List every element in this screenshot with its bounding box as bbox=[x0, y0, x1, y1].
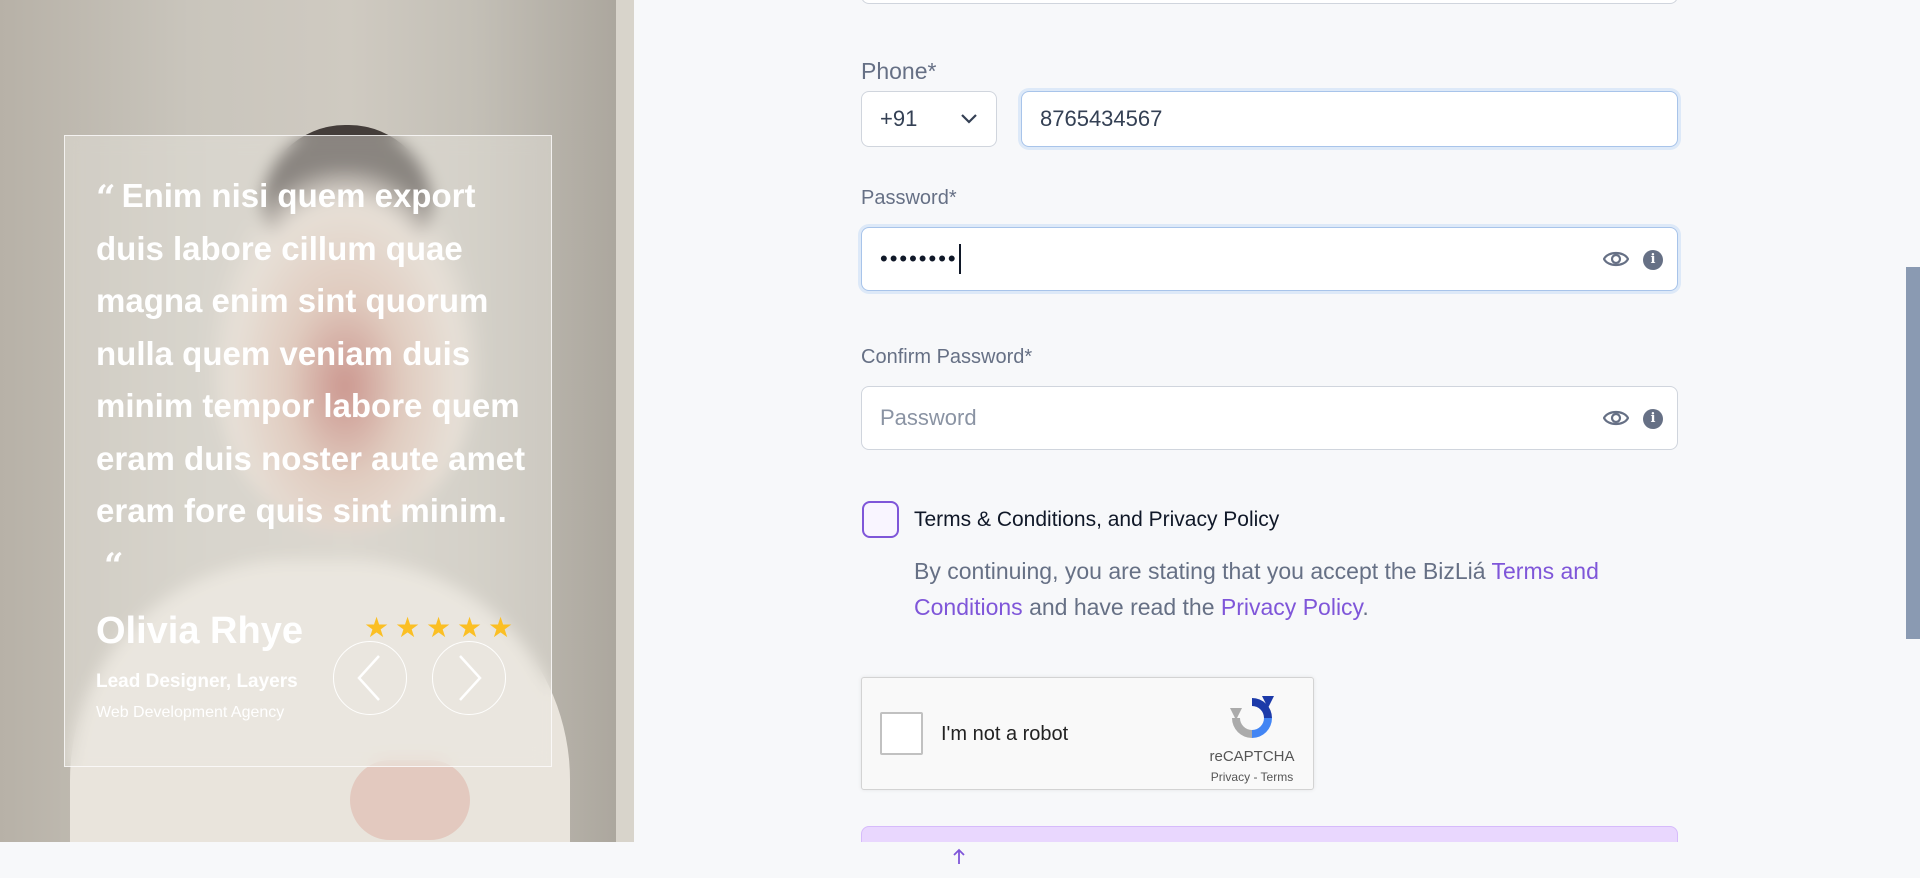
terms-text-middle: and have read the bbox=[1022, 594, 1221, 620]
quote-close-icon: “ bbox=[104, 545, 124, 586]
password-label: Password* bbox=[861, 187, 957, 209]
eye-icon[interactable] bbox=[1603, 248, 1629, 270]
star-icon: ★ bbox=[363, 612, 390, 643]
phone-value: 8765434567 bbox=[1040, 106, 1163, 131]
arrow-up-icon[interactable] bbox=[952, 848, 966, 866]
previous-field-input[interactable] bbox=[861, 0, 1678, 4]
recaptcha-logo-icon bbox=[1230, 696, 1274, 738]
quote-open-icon: “ bbox=[96, 178, 116, 218]
confirm-password-input[interactable]: Password i bbox=[861, 386, 1678, 450]
testimonial-card: “Enim nisi quem export duis labore cillu… bbox=[64, 135, 552, 767]
terms-text-suffix: . bbox=[1362, 594, 1369, 620]
privacy-link[interactable]: Privacy Policy bbox=[1221, 594, 1362, 620]
rating-stars: ★ ★ ★ ★ ★ bbox=[363, 612, 514, 643]
hero-photo-edge bbox=[616, 0, 634, 842]
password-input[interactable]: •••••••• i bbox=[861, 227, 1678, 291]
recaptcha-links[interactable]: Privacy - Terms bbox=[1192, 770, 1312, 784]
recaptcha-brand: reCAPTCHA bbox=[1209, 748, 1295, 765]
country-code-value: +91 bbox=[880, 106, 918, 131]
eye-icon[interactable] bbox=[1603, 407, 1629, 429]
star-icon: ★ bbox=[425, 612, 452, 643]
password-value: •••••••• bbox=[880, 246, 958, 271]
terms-description: By continuing, you are stating that you … bbox=[914, 553, 1684, 625]
hero-photo-hand bbox=[350, 760, 470, 840]
terms-checkbox[interactable] bbox=[862, 501, 899, 538]
phone-input[interactable]: 8765434567 bbox=[1021, 91, 1678, 147]
chevron-right-icon bbox=[459, 655, 482, 701]
author-role: Lead Designer, Layers bbox=[96, 671, 298, 692]
star-icon: ★ bbox=[394, 612, 421, 643]
confirm-password-label: Confirm Password* bbox=[861, 346, 1033, 368]
recaptcha-checkbox[interactable] bbox=[880, 712, 923, 755]
country-code-select[interactable]: +91 bbox=[861, 91, 997, 147]
chevron-down-icon bbox=[961, 114, 977, 124]
quote-text: Enim nisi quem export duis labore cillum… bbox=[96, 177, 526, 529]
star-icon: ★ bbox=[456, 612, 483, 643]
recaptcha-widget: I'm not a robot reCAPTCHA Privacy - Term… bbox=[861, 677, 1314, 790]
next-testimonial-button[interactable] bbox=[432, 641, 506, 715]
testimonial-quote: “Enim nisi quem export duis labore cillu… bbox=[96, 170, 526, 590]
prev-testimonial-button[interactable] bbox=[333, 641, 407, 715]
terms-text-prefix: By continuing, you are stating that you … bbox=[914, 558, 1492, 584]
info-icon[interactable]: i bbox=[1643, 409, 1663, 429]
recaptcha-label: I'm not a robot bbox=[941, 723, 1069, 745]
phone-label: Phone* bbox=[861, 58, 937, 84]
confirm-password-placeholder: Password bbox=[880, 405, 977, 430]
testimonial-hero: “Enim nisi quem export duis labore cillu… bbox=[0, 0, 634, 842]
terms-checkbox-label: Terms & Conditions, and Privacy Policy bbox=[914, 508, 1280, 531]
star-icon: ★ bbox=[487, 612, 514, 643]
text-caret bbox=[958, 244, 961, 274]
chevron-left-icon bbox=[357, 655, 380, 701]
scrollbar-thumb[interactable] bbox=[1906, 267, 1920, 639]
author-name: Olivia Rhye bbox=[96, 610, 303, 652]
author-org: Web Development Agency bbox=[96, 704, 285, 721]
info-icon[interactable]: i bbox=[1643, 250, 1663, 270]
